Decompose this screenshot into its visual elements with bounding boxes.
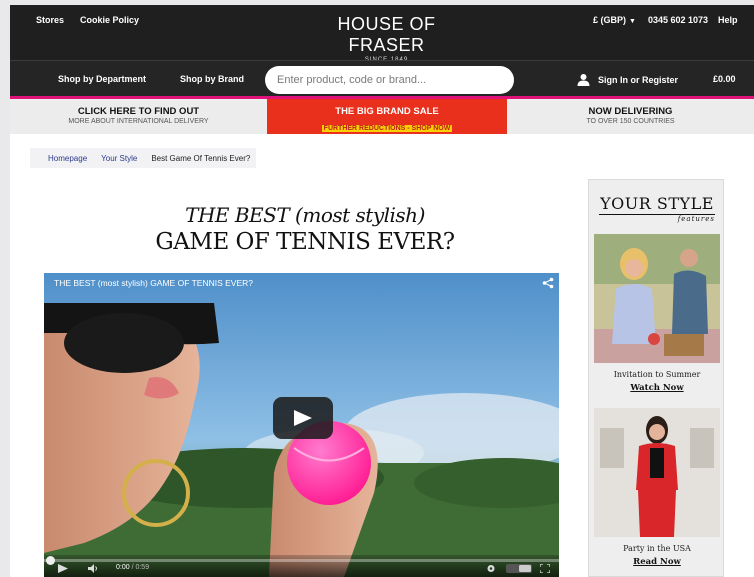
your-style-sidebar: YOUR STYLE features Invitation to Summer… [588, 179, 724, 577]
logo-text: HOUSE OF FRASER [337, 14, 436, 55]
summer-picnic-photo [594, 234, 720, 363]
sidebar-title: YOUR STYLE [600, 194, 714, 213]
cookie-policy-link[interactable]: Cookie Policy [80, 15, 139, 25]
play-icon[interactable] [58, 564, 68, 573]
help-link[interactable]: Help [718, 15, 738, 25]
play-button[interactable] [273, 397, 333, 439]
promo-title: NOW DELIVERING [588, 106, 673, 117]
party-usa-photo [594, 408, 720, 537]
promo-subtitle: TO OVER 150 COUNTRIES [586, 118, 675, 125]
feature-caption: Party in the USA [623, 544, 691, 553]
promo-subtitle: MORE ABOUT INTERNATIONAL DELIVERY [68, 118, 209, 125]
international-delivery-promo[interactable]: CLICK HERE TO FIND OUT MORE ABOUT INTERN… [10, 99, 267, 134]
breadcrumb-homepage[interactable]: Homepage [48, 154, 87, 163]
currency-label: £ (GBP) [593, 15, 627, 25]
article-headline: THE BEST (most stylish) GAME OF TENNIS E… [40, 203, 570, 255]
breadcrumb-current: Best Game Of Tennis Ever? [151, 153, 251, 163]
sign-in-label: Sign In or Register [598, 74, 679, 85]
top-bar: Stores Cookie Policy HOUSE OF FRASER SIN… [10, 5, 754, 63]
basket-total[interactable]: £0.00 [713, 74, 736, 84]
volume-icon[interactable] [88, 564, 98, 573]
feature-image-summer[interactable] [594, 234, 720, 363]
currency-selector[interactable]: £ (GBP) ▼ [593, 15, 636, 25]
promo-title: THE BIG BRAND SALE [335, 106, 439, 117]
search-input[interactable] [265, 66, 514, 94]
promo-strip: CLICK HERE TO FIND OUT MORE ABOUT INTERN… [10, 99, 754, 134]
stores-link[interactable]: Stores [36, 15, 64, 25]
video-player[interactable]: THE BEST (most stylish) GAME OF TENNIS E… [44, 273, 559, 577]
settings-icon[interactable] [486, 564, 496, 573]
chevron-down-icon: ▼ [629, 18, 636, 25]
promo-subtitle: FURTHER REDUCTIONS - SHOP NOW [321, 125, 453, 132]
watch-now-link[interactable]: Watch Now [589, 383, 725, 393]
promo-title: CLICK HERE TO FIND OUT [77, 106, 200, 117]
now-delivering-promo[interactable]: NOW DELIVERING TO OVER 150 COUNTRIES [507, 99, 754, 134]
shop-by-brand-menu[interactable]: Shop by Brand [180, 74, 244, 84]
video-title: THE BEST (most stylish) GAME OF TENNIS E… [54, 278, 253, 288]
page: Stores Cookie Policy HOUSE OF FRASER SIN… [10, 5, 754, 577]
big-brand-sale-promo[interactable]: THE BIG BRAND SALE FURTHER REDUCTIONS - … [267, 99, 507, 134]
video-time: 0:00 / 0:59 [116, 564, 149, 571]
share-icon[interactable] [542, 277, 554, 289]
user-icon [577, 74, 590, 86]
sidebar-subtitle: features [677, 215, 715, 223]
current-time: 0:00 [116, 564, 130, 571]
headline-line-1: THE BEST (most stylish) [185, 203, 425, 227]
video-progress-bar[interactable] [44, 556, 559, 565]
fullscreen-icon[interactable] [540, 564, 550, 573]
play-icon [294, 410, 312, 426]
shop-by-department-menu[interactable]: Shop by Department [58, 74, 146, 84]
video-duration: / 0:59 [131, 564, 150, 571]
breadcrumb-your-style[interactable]: Your Style [101, 154, 137, 163]
sign-in-link[interactable]: Sign In or Register [577, 73, 678, 86]
headline-line-2: GAME OF TENNIS EVER? [155, 229, 455, 255]
progress-scrubber[interactable] [46, 556, 55, 565]
feature-image-usa[interactable] [594, 408, 720, 537]
logo[interactable]: HOUSE OF FRASER SINCE 1849 [299, 14, 474, 63]
read-now-link[interactable]: Read Now [589, 557, 725, 567]
nav-bar: Shop by Department Shop by Brand Sign In… [10, 60, 754, 99]
feature-caption: Invitation to Summer [613, 370, 701, 379]
youtube-logo[interactable] [506, 564, 532, 573]
breadcrumb: Homepage Your Style Best Game Of Tennis … [30, 148, 257, 168]
video-controls: 0:00 / 0:59 [44, 555, 559, 577]
phone-number: 0345 602 1073 [648, 15, 709, 25]
